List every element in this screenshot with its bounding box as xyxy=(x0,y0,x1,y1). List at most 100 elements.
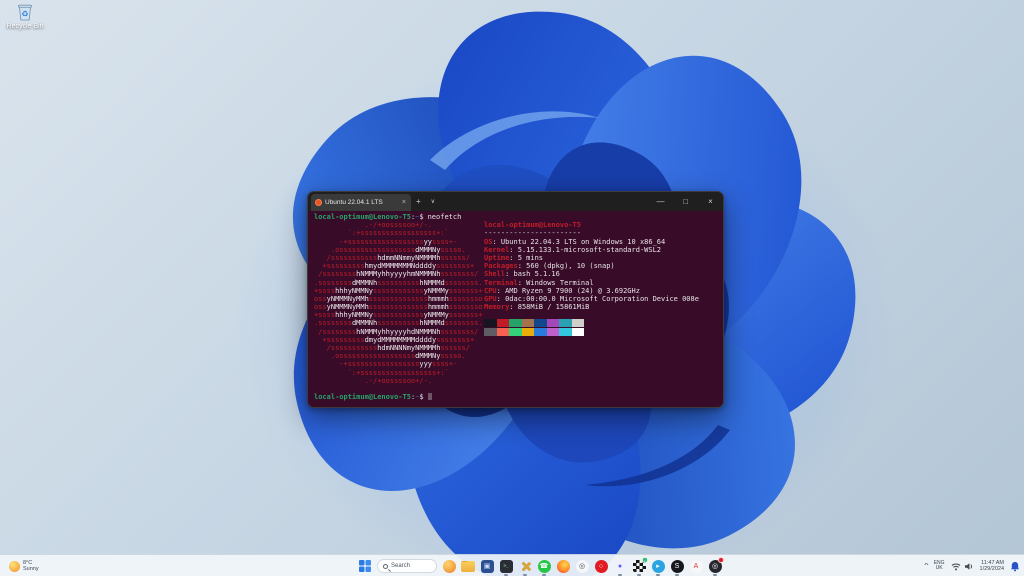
taskbar-app-terminal-icon: >_ xyxy=(499,559,513,573)
taskbar-app-discord-glyph: ● xyxy=(617,562,623,570)
color-palette-row xyxy=(484,327,699,336)
ubuntu-logo-icon xyxy=(315,199,322,206)
taskbar-app-whatsapp-icon: ☎ xyxy=(537,559,551,573)
ascii-art-line: `:+ssssssssssssssssss+:` xyxy=(314,368,449,377)
neofetch-info-line: Memory: 858MiB / 15861MiB xyxy=(484,303,590,312)
taskbar-app-target-light[interactable]: ◎ xyxy=(574,556,590,576)
palette-swatch xyxy=(546,327,559,336)
taskbar-app-target-light-icon: ◎ xyxy=(575,559,589,573)
taskbar-app-red-a-icon: A xyxy=(689,559,703,573)
palette-swatch xyxy=(534,319,547,328)
ascii-art-line: +sssssssssdmydMMMMMMMMddddyssssssss+ xyxy=(314,335,475,344)
terminal-prompt-line: local-optimum@Lenovo-T5:~$ xyxy=(314,393,723,401)
neofetch-info-line: Terminal: Windows Terminal xyxy=(484,278,594,287)
taskbar-app-discord-icon: ● xyxy=(613,559,627,573)
system-tray: ^ ENG UK 11:47 AM 1/29/2024 xyxy=(924,555,1020,576)
maximize-button[interactable]: □ xyxy=(673,192,698,211)
palette-swatch xyxy=(546,319,559,328)
taskbar-app-red-a-glyph: A xyxy=(693,562,699,570)
terminal-titlebar[interactable]: Ubuntu 22.04.1 LTS × + ∨ — □ × xyxy=(308,192,723,211)
taskbar-app-whatsapp[interactable]: ☎ xyxy=(536,556,552,576)
palette-swatch xyxy=(521,319,534,328)
taskbar-app-race-flag-badge: ✓ xyxy=(642,557,648,563)
taskbar-app-discord[interactable]: ● xyxy=(612,556,628,576)
neofetch-info-line: Kernel: 5.15.133.1-microsoft-standard-WS… xyxy=(484,245,662,254)
taskbar-app-opera-glyph: ○ xyxy=(598,562,604,570)
search-box[interactable]: Search xyxy=(377,559,437,573)
taskbar-app-race-flag[interactable]: ✓ xyxy=(631,556,648,576)
taskbar-app-people[interactable] xyxy=(441,556,457,576)
taskbar-app-telegram-icon: ▸ xyxy=(651,559,665,573)
neofetch-info-line: GPU: 0dac:00:00.0 Microsoft Corporation … xyxy=(484,294,699,303)
tray-date: 1/29/2024 xyxy=(979,566,1004,572)
recycle-bin-shortcut[interactable]: ♻ Recycle Bin xyxy=(2,2,48,30)
start-button[interactable] xyxy=(357,556,373,576)
ascii-art-line: -+sssssssssssssssssyyyssss+- xyxy=(314,360,458,369)
neofetch-info-line: Packages: 560 (dpkg), 10 (snap) xyxy=(484,262,615,271)
palette-swatch xyxy=(559,319,572,328)
taskbar-app-scope[interactable]: ◎ xyxy=(707,556,724,576)
taskbar-app-opera-icon: ○ xyxy=(594,559,608,573)
terminal-tab-title: Ubuntu 22.04.1 LTS xyxy=(325,199,383,206)
notification-bell-icon[interactable] xyxy=(1010,561,1020,572)
titlebar-drag-area[interactable] xyxy=(440,192,648,211)
taskbar-app-terminal[interactable]: >_ xyxy=(498,556,514,576)
taskbar-app-target-light-glyph: ◎ xyxy=(578,562,586,570)
taskbar-app-whatsapp-glyph: ☎ xyxy=(539,562,549,570)
taskbar-app-firefox[interactable] xyxy=(555,556,571,576)
chevron-up-icon[interactable]: ^ xyxy=(924,563,928,569)
windows-logo-icon xyxy=(359,560,371,572)
neofetch-info-line: OS: Ubuntu 22.04.3 LTS on Windows 10 x86… xyxy=(484,237,666,246)
desktop: ♻ Recycle Bin Ubuntu 22.04.1 LTS × + ∨ —… xyxy=(0,0,1024,576)
taskbar-app-swirl[interactable]: S xyxy=(669,556,685,576)
neofetch-info-line: local-optimum@Lenovo-T5 xyxy=(484,221,581,230)
language-indicator[interactable]: ENG UK xyxy=(934,560,945,572)
minimize-button[interactable]: — xyxy=(648,192,673,211)
palette-swatch xyxy=(534,327,547,336)
ascii-art-line: /ssssssssssshdmNNNNmyNMMMMhssssss/ xyxy=(314,344,470,352)
terminal-content[interactable]: local-optimum@Lenovo-T5:~$ neofetch .-/+o… xyxy=(308,211,723,407)
color-palette-row xyxy=(484,319,699,328)
palette-swatch xyxy=(509,319,522,328)
taskbar-app-tools[interactable] xyxy=(517,556,533,576)
clock[interactable]: 11:47 AM 1/29/2024 xyxy=(980,560,1004,572)
new-tab-button[interactable]: + xyxy=(411,192,426,211)
palette-swatch xyxy=(521,327,534,336)
terminal-cursor xyxy=(427,393,432,401)
taskbar-app-icons: ▣ >_ ☎ ◎ ○ ● ✓ ▸ S A ◎ xyxy=(441,556,724,576)
ascii-art-line: .ossssssssssssssssssdMMMNysssso. xyxy=(314,352,466,361)
wifi-icon[interactable] xyxy=(951,562,961,571)
tab-close-icon[interactable]: × xyxy=(401,199,407,206)
taskbar-app-file-explorer-icon xyxy=(461,560,475,572)
tab-dropdown-button[interactable]: ∨ xyxy=(426,192,440,211)
search-label: Search xyxy=(391,563,411,569)
neofetch-info-line: ----------------------- xyxy=(484,229,581,238)
close-button[interactable]: × xyxy=(698,192,723,211)
terminal-command-line: local-optimum@Lenovo-T5:~$ neofetch xyxy=(314,213,462,221)
taskbar-app-swirl-glyph: S xyxy=(674,562,680,570)
neofetch-info: local-optimum@Lenovo-T5 -----------------… xyxy=(484,221,699,336)
recycle-bin-label: Recycle Bin xyxy=(6,23,44,30)
taskbar-app-file-explorer[interactable] xyxy=(460,556,476,576)
taskbar-app-people-icon xyxy=(442,559,456,573)
taskbar-app-telegram[interactable]: ▸ xyxy=(650,556,666,576)
terminal-tab[interactable]: Ubuntu 22.04.1 LTS × xyxy=(311,194,411,211)
recycle-bin-icon: ♻ xyxy=(14,2,36,22)
taskbar-app-opera[interactable]: ○ xyxy=(593,556,609,576)
search-icon xyxy=(383,563,388,569)
taskbar-app-swirl-icon: S xyxy=(670,559,684,573)
taskbar-app-red-a[interactable]: A xyxy=(688,556,704,576)
palette-swatch xyxy=(484,327,497,336)
volume-icon[interactable] xyxy=(964,562,974,571)
taskbar-app-storage-icon: ▣ xyxy=(480,559,494,573)
taskbar-app-firefox-icon xyxy=(556,559,570,573)
palette-swatch xyxy=(496,327,509,336)
taskbar-center: Search ▣ >_ ☎ ◎ ○ ● ✓ ▸ S A ◎ xyxy=(357,555,724,576)
taskbar-app-storage-glyph: ▣ xyxy=(483,562,491,570)
taskbar-app-scope-badge xyxy=(718,557,724,563)
ascii-art-line: .-/+oossssoo+/-. xyxy=(314,376,433,385)
taskbar-app-tools-icon xyxy=(519,560,532,573)
taskbar-app-storage[interactable]: ▣ xyxy=(479,556,495,576)
weather-widget[interactable]: 8°C Sunny xyxy=(4,555,44,576)
